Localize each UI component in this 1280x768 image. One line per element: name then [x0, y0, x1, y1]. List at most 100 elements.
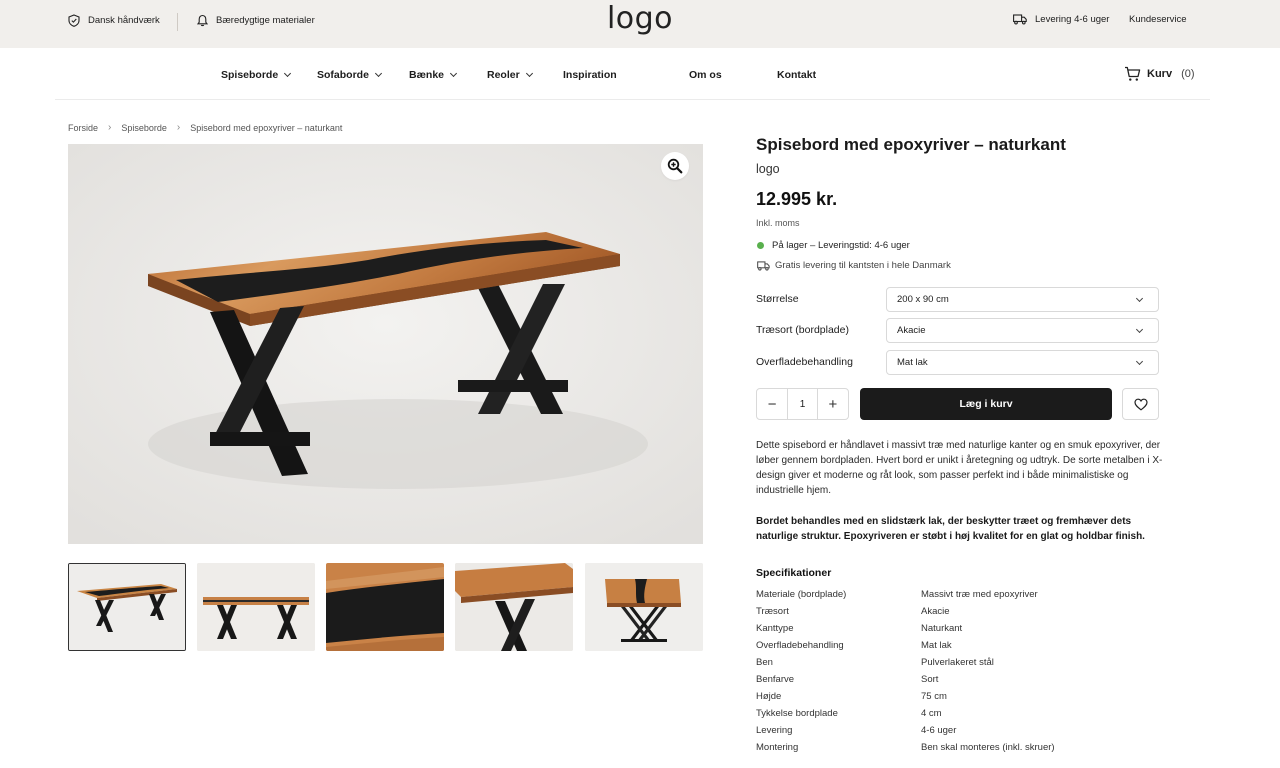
thumb-image [585, 563, 703, 651]
spec-row: Ben Pulverlakeret stål [756, 657, 1176, 674]
spec-row: Højde 75 cm [756, 691, 1176, 708]
vat-note: Inkl. moms [756, 218, 800, 228]
heart-icon [1133, 398, 1148, 411]
top-info-bar: Dansk håndværk Bæredygtige materialer lo… [0, 0, 1280, 48]
chevron-down-icon [525, 69, 533, 78]
nav-item-om-os[interactable]: Om os [689, 69, 722, 81]
chevron-down-icon [1135, 357, 1144, 365]
main-navigation: Spiseborde Sofaborde Bænke Reoler Inspir… [0, 48, 1280, 100]
spec-key: Overfladebehandling [756, 640, 844, 651]
option-label-finish: Overfladebehandling [756, 356, 853, 368]
breadcrumb-home[interactable]: Forside [68, 123, 98, 133]
spec-row: Montering Ben skal monteres (inkl. skruer… [756, 742, 1176, 759]
select-value: 200 x 90 cm [897, 294, 949, 305]
wood-select[interactable]: Akacie [886, 318, 1159, 343]
nav-item-kontakt[interactable]: Kontakt [777, 69, 816, 81]
nav-label[interactable]: Inspiration [563, 69, 617, 81]
customer-service-label[interactable]: Kundeservice [1129, 14, 1187, 25]
chevron-down-icon [284, 69, 292, 78]
chevron-down-icon [449, 69, 458, 78]
option-label-wood: Træsort (bordplade) [756, 324, 849, 336]
customer-service-link[interactable]: Kundeservice [1129, 14, 1187, 25]
breadcrumb: Forside › Spiseborde › Spisebord med epo… [68, 122, 342, 133]
stock-status: På lager – Leveringstid: 4-6 uger [757, 240, 910, 251]
spec-key: Højde [756, 691, 782, 702]
qty-plus-button[interactable]: + [818, 389, 848, 419]
gallery-thumb-3[interactable] [326, 563, 444, 651]
nav-item-reoler[interactable]: Reoler [487, 69, 533, 81]
spec-row: Overfladebehandling Mat lak [756, 640, 1176, 657]
spec-value: 75 cm [921, 691, 947, 702]
nav-label[interactable]: Om os [689, 69, 722, 81]
nav-item-inspiration[interactable]: Inspiration [563, 69, 617, 81]
add-to-cart-button[interactable]: Læg i kurv [860, 388, 1112, 420]
breadcrumb-current: Spisebord med epoxyriver – naturkant [190, 122, 343, 133]
spec-value: Ben skal monteres (inkl. skruer) [921, 742, 1055, 753]
nav-label[interactable]: Spiseborde [221, 69, 278, 81]
stock-indicator-dot [757, 242, 764, 249]
spec-value: Naturkant [921, 623, 963, 634]
option-label-size: Størrelse [756, 293, 799, 305]
specifications-title: Specifikationer [756, 567, 832, 579]
truck-icon [757, 260, 770, 271]
spec-key: Ben [756, 657, 773, 668]
spec-value: 4-6 uger [921, 725, 957, 736]
spec-key: Levering [756, 725, 793, 736]
nav-item-spiseborde[interactable]: Spiseborde [221, 69, 292, 81]
shipping-info: Gratis levering til kantsten i hele Danm… [757, 260, 951, 271]
cart-label[interactable]: Kurv [1147, 68, 1172, 80]
spec-key: Tykkelse bordplade [756, 708, 838, 719]
qty-input[interactable]: 1 [787, 389, 818, 419]
nav-label[interactable]: Kontakt [777, 69, 816, 81]
product-description: Dette spisebord er håndlavet i massivt t… [756, 440, 1163, 496]
select-value: Mat lak [897, 357, 928, 368]
gallery-thumb-1[interactable] [68, 563, 186, 651]
cart-count[interactable]: (0) [1181, 68, 1194, 80]
zoom-in-icon [667, 158, 683, 174]
spec-value: Sort [921, 674, 939, 685]
nav-label[interactable]: Reoler [487, 69, 520, 81]
spec-value: Pulverlakeret stål [921, 657, 994, 668]
wishlist-button[interactable] [1122, 388, 1159, 420]
product-price: 12.995 kr. [756, 189, 838, 209]
chevron-down-icon [1135, 325, 1144, 333]
spec-value: 4 cm [921, 708, 942, 719]
gallery-thumb-4[interactable] [455, 563, 573, 651]
product-photo [68, 144, 703, 544]
qty-minus-button[interactable]: − [757, 389, 787, 419]
spec-row: Levering 4-6 uger [756, 725, 1176, 742]
thumb-image [197, 563, 315, 651]
info-delivery: Levering 4-6 uger [1013, 14, 1109, 25]
nav-item-sofaborde[interactable]: Sofaborde [317, 69, 382, 81]
spec-key: Montering [756, 742, 799, 753]
spec-row: Materiale (bordplade) Massivt træ med epo… [756, 589, 1176, 606]
spec-row: Benfarve Sort [756, 674, 1176, 691]
chevron-down-icon [1135, 294, 1144, 302]
spec-value: Akacie [921, 606, 950, 617]
spec-row: Tykkelse bordplade 4 cm [756, 708, 1176, 725]
product-main-image[interactable] [68, 144, 703, 544]
stock-label: På lager – Leveringstid: 4-6 uger [772, 240, 910, 251]
spec-key: Benfarve [756, 674, 795, 685]
spec-key: Materiale (bordplade) [756, 589, 847, 600]
finish-select[interactable]: Mat lak [886, 350, 1159, 375]
zoom-button[interactable] [661, 152, 689, 180]
gallery-thumb-5[interactable] [585, 563, 703, 651]
thumb-image [69, 564, 185, 650]
nav-item-baenke[interactable]: Bænke [409, 69, 458, 81]
product-title: Spisebord med epoxyriver – naturkant [756, 135, 1066, 154]
nav-label[interactable]: Bænke [409, 69, 444, 81]
cart-button[interactable]: Kurv (0) [1124, 66, 1195, 82]
spec-key: Kanttype [756, 623, 794, 634]
chevron-down-icon [374, 69, 382, 78]
spec-value: Mat lak [921, 640, 952, 651]
gallery-thumb-2[interactable] [197, 563, 315, 651]
breadcrumb-category[interactable]: Spiseborde [121, 123, 167, 133]
product-brand[interactable]: logo [756, 162, 780, 176]
size-select[interactable]: 200 x 90 cm [886, 287, 1159, 312]
spec-value: Massivt træ med epoxyriver [921, 589, 1038, 600]
shipping-label: Gratis levering til kantsten i hele Danm… [775, 260, 951, 271]
select-value: Akacie [897, 325, 926, 336]
nav-label[interactable]: Sofaborde [317, 69, 369, 81]
product-description-finish: Bordet behandles med en slidstærk lak, d… [756, 516, 1145, 542]
